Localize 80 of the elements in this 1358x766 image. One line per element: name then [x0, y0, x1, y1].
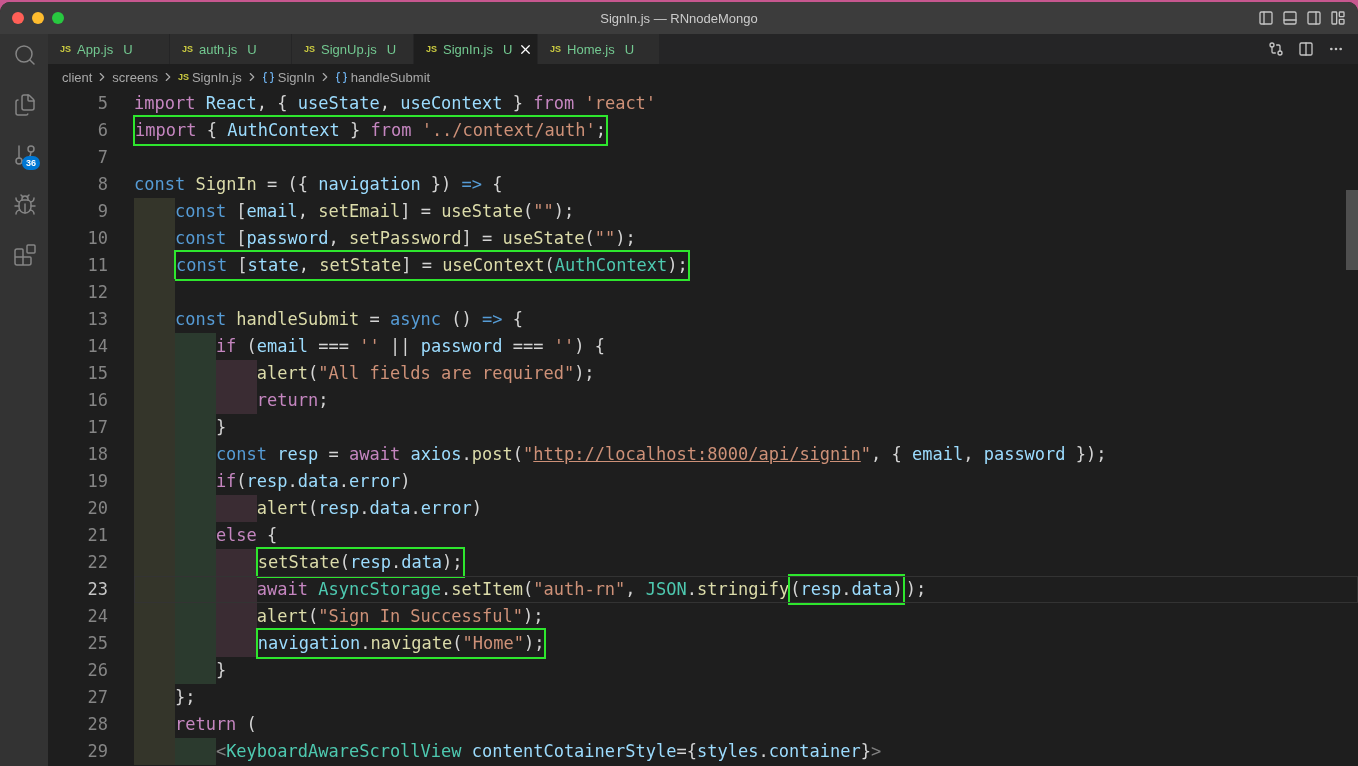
- code-text: else {: [215, 524, 278, 547]
- code-text: import React, { useState, useContext } from 'react': [134, 92, 657, 115]
- line-number: 10: [86, 227, 108, 250]
- line-number: 26: [86, 659, 108, 682]
- zoom-dot[interactable]: [52, 12, 64, 24]
- line-number: 11: [86, 254, 108, 277]
- line-number: 27: [86, 686, 108, 709]
- line-number: 6: [96, 119, 108, 142]
- breadcrumb-item[interactable]: SignIn.js: [191, 69, 242, 85]
- code-text: alert("Sign In Successful");: [256, 605, 544, 628]
- editor-tab[interactable]: JS auth.js U: [170, 34, 292, 64]
- files-icon[interactable]: [13, 93, 37, 117]
- breadcrumb-item[interactable]: client: [62, 69, 93, 85]
- line-number: 23: [86, 578, 108, 601]
- panel-right-icon[interactable]: [1306, 10, 1322, 26]
- highlight-box: navigation.navigate("Home");: [257, 630, 545, 657]
- line-number: 16: [86, 389, 108, 412]
- breadcrumb-item[interactable]: SignIn: [277, 69, 315, 85]
- line-number: 13: [86, 308, 108, 331]
- line-number: 8: [96, 173, 108, 196]
- window-title: SignIn.js — RNnodeMongo: [600, 10, 758, 26]
- scrollbar-thumb[interactable]: [1346, 190, 1358, 270]
- line-number: 17: [86, 416, 108, 439]
- line-number: 24: [86, 605, 108, 628]
- code-text: alert("All fields are required");: [256, 362, 595, 385]
- editor-tab[interactable]: JS App.js U: [48, 34, 170, 64]
- code-text: return;: [256, 389, 329, 412]
- code-text: const [email, setEmail] = useState("");: [174, 200, 575, 223]
- line-number: 29: [86, 740, 108, 763]
- close-dot[interactable]: [12, 12, 24, 24]
- line-number: 20: [86, 497, 108, 520]
- code-text: );: [905, 578, 927, 601]
- panel-left-icon[interactable]: [1258, 10, 1274, 26]
- breadcrumb-item[interactable]: handleSubmit: [350, 69, 431, 85]
- line-number: 12: [86, 281, 108, 304]
- code-text: }: [215, 416, 227, 439]
- highlight-box: const [state, setState] = useContext(AuthContext);: [175, 252, 688, 279]
- count-badge: 36: [22, 156, 40, 170]
- code-text: await AsyncStorage.setItem("auth-rn", JSON.stringify: [256, 578, 790, 601]
- layout-icon[interactable]: [1330, 10, 1346, 26]
- line-number: 15: [86, 362, 108, 385]
- line-number: 22: [86, 551, 108, 574]
- line-number: 14: [86, 335, 108, 358]
- symbol-icon: [334, 70, 348, 84]
- search-icon[interactable]: [13, 43, 37, 67]
- symbol-icon: [261, 70, 275, 84]
- highlight-box: import { AuthContext } from '../context/auth';: [135, 117, 606, 144]
- branch-icon[interactable]: [13, 143, 37, 167]
- code-text: <KeyboardAwareScrollView contentCotainerStyle={styles.container}>: [215, 740, 882, 763]
- line-number: 21: [86, 524, 108, 547]
- minimize-dot[interactable]: [32, 12, 44, 24]
- line-number: 5: [96, 92, 108, 115]
- line-number: 28: [86, 713, 108, 736]
- code-text: const [password, setPassword] = useState("");: [174, 227, 636, 250]
- code-text: const SignIn = ({ navigation }) => {: [134, 173, 503, 196]
- line-number: 7: [96, 146, 108, 169]
- code-text: };: [174, 686, 196, 709]
- highlight-box: (resp.data): [790, 576, 903, 603]
- line-number: 18: [86, 443, 108, 466]
- line-number: 9: [96, 200, 108, 223]
- code-text: alert(resp.data.error): [256, 497, 483, 520]
- code-text: const handleSubmit = async () => {: [174, 308, 523, 331]
- js-file-icon: JS: [177, 72, 189, 82]
- code-text: if(resp.data.error): [215, 470, 411, 493]
- bug-icon[interactable]: [13, 193, 37, 217]
- code-text: const resp = await axios.post("http://localhost:8000/api/signin", { email, password });: [215, 443, 1107, 466]
- code-text: return (: [174, 713, 257, 736]
- editor-tab[interactable]: JS SignUp.js U: [292, 34, 414, 64]
- code-text: if (email === '' || password === '') {: [215, 335, 605, 358]
- split-editor-icon[interactable]: [1298, 41, 1314, 57]
- highlight-box: setState(resp.data);: [257, 549, 463, 576]
- line-number: 25: [86, 632, 108, 655]
- editor-tab[interactable]: JS SignIn.js U: [414, 34, 538, 64]
- editor-tab[interactable]: JS Home.js U: [538, 34, 660, 64]
- breadcrumb-item[interactable]: screens: [112, 69, 158, 85]
- line-number: 19: [86, 470, 108, 493]
- blocks-icon[interactable]: [13, 243, 37, 267]
- code-text: }: [215, 659, 227, 682]
- compare-icon[interactable]: [1268, 41, 1284, 57]
- panel-bottom-icon[interactable]: [1282, 10, 1298, 26]
